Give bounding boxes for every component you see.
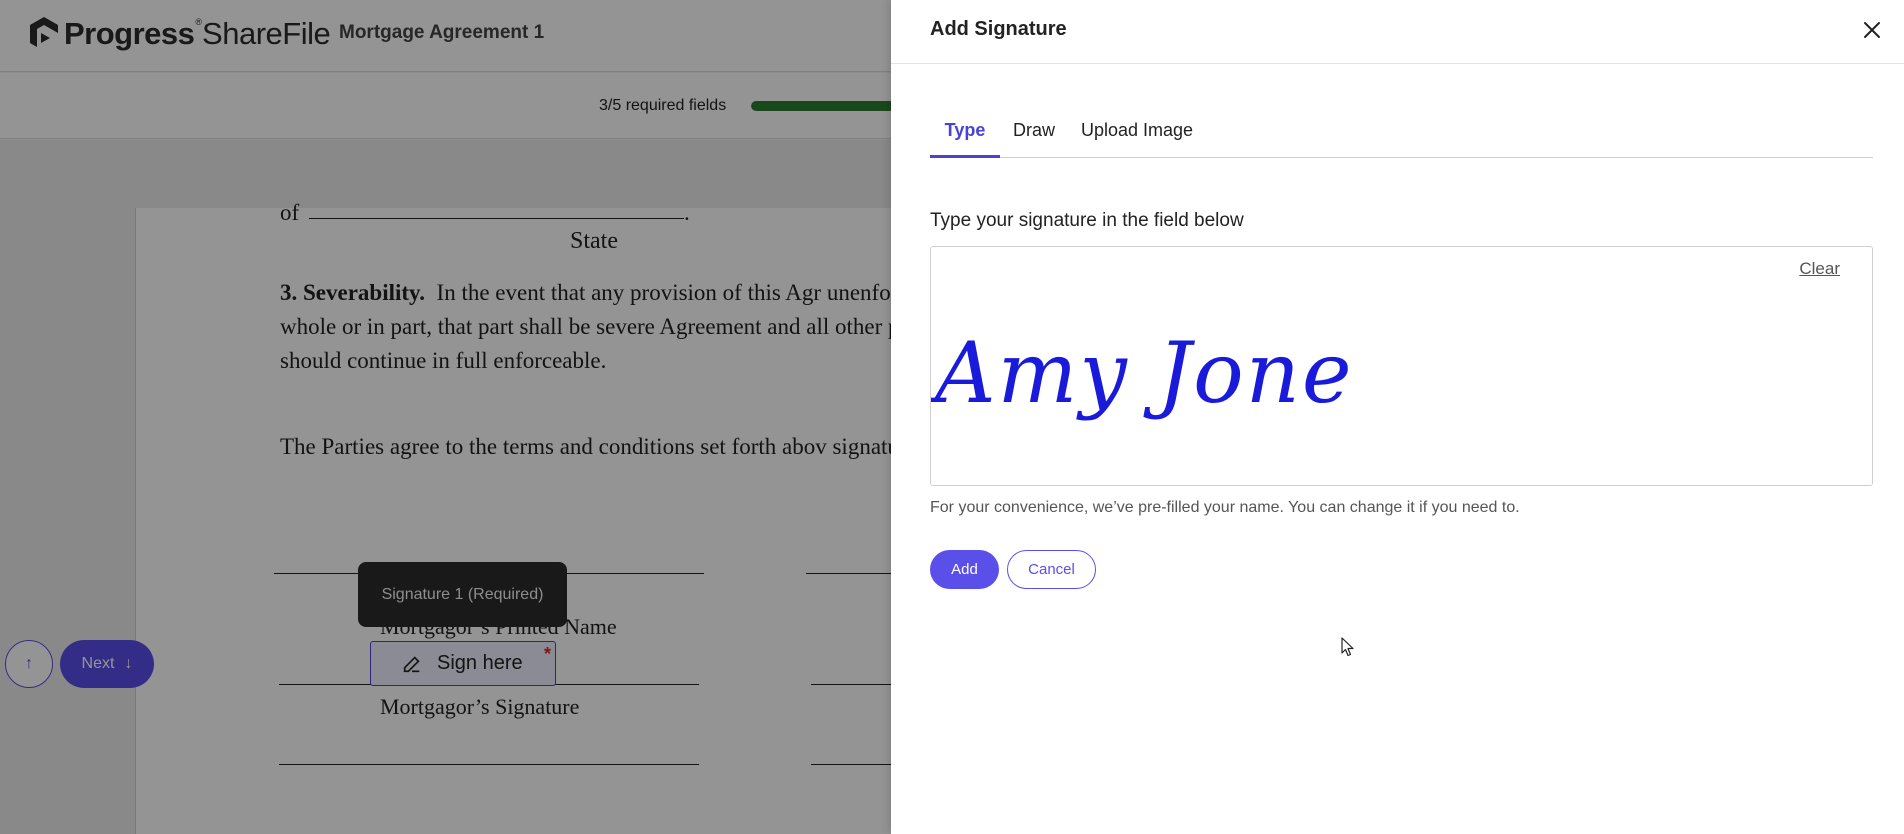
tab-draw[interactable]: Draw xyxy=(1013,120,1055,155)
panel-header: Add Signature xyxy=(891,0,1904,64)
close-button[interactable] xyxy=(1858,16,1886,44)
tab-upload-image[interactable]: Upload Image xyxy=(1081,120,1193,155)
typed-signature-text: Amy Jones xyxy=(931,324,1351,422)
signature-input-box[interactable]: Clear Amy Jones xyxy=(930,246,1873,486)
signature-prompt: Type your signature in the field below xyxy=(930,210,1244,231)
panel-title: Add Signature xyxy=(930,18,1067,40)
add-signature-panel: Add Signature Type Draw Upload Image Typ… xyxy=(891,0,1904,834)
close-icon xyxy=(1864,22,1880,38)
prefill-hint: For your convenience, we’ve pre-filled y… xyxy=(930,499,1520,516)
tab-type[interactable]: Type xyxy=(930,120,1000,158)
clear-link[interactable]: Clear xyxy=(1799,259,1840,279)
add-button[interactable]: Add xyxy=(930,550,999,589)
signature-method-tabs: Type Draw Upload Image xyxy=(930,112,1873,158)
cancel-button[interactable]: Cancel xyxy=(1007,550,1096,589)
modal-backdrop[interactable] xyxy=(0,0,892,834)
typed-signature: Amy Jones xyxy=(931,324,1351,422)
mouse-cursor-icon xyxy=(1341,637,1354,657)
